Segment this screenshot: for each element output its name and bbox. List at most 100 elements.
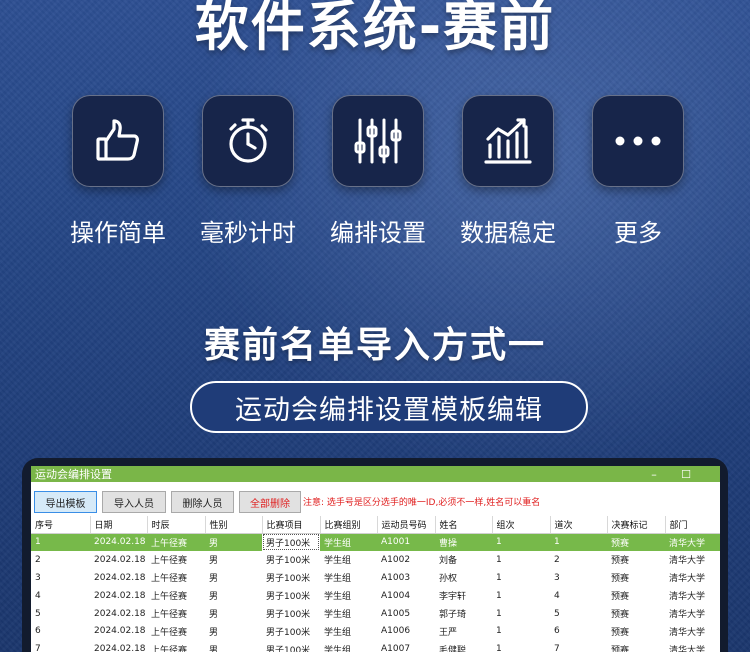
table-cell[interactable]: 清华大学 xyxy=(665,587,720,605)
table-row[interactable]: 3 2024.02.18 上午径赛男男子100米 学生组 A1003 孙权 1 3 预赛 清华大学 xyxy=(31,569,720,587)
table-cell[interactable]: 上午径赛 xyxy=(147,587,205,605)
table-cell[interactable]: 男子100米 xyxy=(262,551,320,569)
table-cell[interactable]: 学生组 xyxy=(320,622,377,640)
table-cell[interactable]: 清华大学 xyxy=(665,551,720,569)
table-cell[interactable]: 上午径赛 xyxy=(147,640,205,652)
table-cell[interactable]: 1 xyxy=(492,533,550,551)
table-cell[interactable]: 学生组 xyxy=(320,551,377,569)
column-header[interactable]: 组次 xyxy=(492,516,551,534)
table-row[interactable]: 2 2024.02.18 上午径赛男男子100米 学生组 A1002 刘备 1 2 预赛 清华大学 xyxy=(31,551,720,569)
column-header[interactable]: 决赛标记 xyxy=(607,516,666,534)
delete-people-button[interactable]: 删除人员 xyxy=(171,491,234,513)
table-cell[interactable]: 1 xyxy=(492,622,550,640)
table-cell[interactable]: 男 xyxy=(205,569,262,587)
table-cell[interactable]: A1005 xyxy=(377,605,435,623)
minimize-button[interactable]: – xyxy=(639,466,669,482)
table-cell[interactable]: 清华大学 xyxy=(665,569,720,587)
table-cell[interactable]: 男子100米 xyxy=(262,569,320,587)
table-cell[interactable]: 3 xyxy=(31,569,90,587)
table-cell[interactable]: 毛健聪 xyxy=(435,640,492,652)
column-header[interactable]: 姓名 xyxy=(435,516,493,534)
table-cell[interactable]: 男 xyxy=(205,622,262,640)
table-cell[interactable]: 2 xyxy=(31,551,90,569)
table-cell[interactable]: 预赛 xyxy=(607,640,665,652)
table-cell[interactable]: 男子100米 xyxy=(262,640,320,652)
table-cell[interactable]: 上午径赛 xyxy=(147,569,205,587)
table-cell[interactable]: 李宇轩 xyxy=(435,587,492,605)
table-cell[interactable]: A1003 xyxy=(377,569,435,587)
table-cell[interactable]: 1 xyxy=(31,533,90,551)
table-cell[interactable]: 2024.02.18 xyxy=(90,533,147,551)
table-row[interactable]: 4 2024.02.18 上午径赛男男子100米 学生组 A1004 李宇轩 1 4 预赛 清华大… xyxy=(31,587,720,605)
table-cell[interactable]: 6 xyxy=(550,622,607,640)
column-header[interactable]: 部门 xyxy=(665,516,720,534)
table-cell[interactable]: 郭子琦 xyxy=(435,605,492,623)
table-cell[interactable]: 男 xyxy=(205,551,262,569)
table-cell[interactable]: 学生组 xyxy=(320,533,377,551)
table-cell[interactable]: 学生组 xyxy=(320,640,377,652)
table-cell[interactable]: 男子100米 xyxy=(262,605,320,623)
maximize-button[interactable]: ☐ xyxy=(671,466,701,482)
import-people-button[interactable]: 导入人员 xyxy=(102,491,166,513)
table-cell[interactable]: 2024.02.18 xyxy=(90,622,147,640)
table-cell[interactable]: 学生组 xyxy=(320,587,377,605)
table-cell[interactable]: 清华大学 xyxy=(665,605,720,623)
table-cell[interactable]: 上午径赛 xyxy=(147,551,205,569)
column-header[interactable]: 运动员号码 xyxy=(377,516,436,534)
table-cell[interactable]: 男子100米 xyxy=(262,587,320,605)
table-cell[interactable]: 男 xyxy=(205,640,262,652)
table-cell[interactable]: 7 xyxy=(31,640,90,652)
table-cell[interactable]: 1 xyxy=(492,587,550,605)
table-cell[interactable]: 2024.02.18 xyxy=(90,640,147,652)
table-cell[interactable]: 上午径赛 xyxy=(147,605,205,623)
table-cell[interactable]: 清华大学 xyxy=(665,533,720,551)
table-cell[interactable]: 1 xyxy=(492,551,550,569)
table-cell[interactable]: 王严 xyxy=(435,622,492,640)
table-cell[interactable]: A1002 xyxy=(377,551,435,569)
table-cell[interactable]: 刘备 xyxy=(435,551,492,569)
table-cell[interactable]: 3 xyxy=(550,569,607,587)
table-cell[interactable]: 学生组 xyxy=(320,605,377,623)
table-cell[interactable]: 2024.02.18 xyxy=(90,569,147,587)
table-cell[interactable]: 5 xyxy=(550,605,607,623)
table-cell[interactable]: 5 xyxy=(31,605,90,623)
column-header[interactable]: 日期 xyxy=(90,516,148,534)
table-cell[interactable]: 2024.02.18 xyxy=(90,605,147,623)
table-cell[interactable]: 孙权 xyxy=(435,569,492,587)
column-header[interactable]: 比赛组别 xyxy=(320,516,378,534)
table-cell[interactable]: 曹操 xyxy=(435,533,492,551)
table-cell[interactable]: 男 xyxy=(205,587,262,605)
table-cell[interactable]: 2024.02.18 xyxy=(90,551,147,569)
table-cell[interactable]: A1001 xyxy=(377,533,435,551)
table-cell[interactable]: 2024.02.18 xyxy=(90,587,147,605)
table-cell[interactable]: 4 xyxy=(550,587,607,605)
table-cell[interactable]: 预赛 xyxy=(607,533,665,551)
table-cell[interactable]: 1 xyxy=(492,605,550,623)
table-cell[interactable]: 预赛 xyxy=(607,551,665,569)
table-row[interactable]: 1 2024.02.18 上午径赛男男子100米 学生组 A1001 曹操 1 1 预赛 清华大学 xyxy=(31,533,720,551)
table-cell[interactable]: 清华大学 xyxy=(665,622,720,640)
table-cell[interactable]: 清华大学 xyxy=(665,640,720,652)
column-header[interactable]: 性别 xyxy=(205,516,263,534)
table-cell[interactable]: 7 xyxy=(550,640,607,652)
table-row[interactable]: 7 2024.02.18 上午径赛男男子100米 学生组 A1007 毛健聪 1 7 预赛 清华大… xyxy=(31,640,720,652)
table-row[interactable]: 6 2024.02.18 上午径赛男男子100米 学生组 A1006 王严 1 6 预赛 清华大学 xyxy=(31,622,720,640)
column-header[interactable]: 比赛项目 xyxy=(262,516,321,534)
table-cell[interactable]: A1004 xyxy=(377,587,435,605)
table-cell[interactable]: 预赛 xyxy=(607,587,665,605)
table-cell[interactable]: A1007 xyxy=(377,640,435,652)
table-cell[interactable]: 上午径赛 xyxy=(147,533,205,551)
export-template-button[interactable]: 导出模板 xyxy=(34,491,97,513)
table-cell[interactable]: 男子100米 xyxy=(262,622,320,640)
table-cell[interactable]: 男子100米 xyxy=(262,533,320,551)
table-cell[interactable]: 1 xyxy=(550,533,607,551)
table-cell[interactable]: A1006 xyxy=(377,622,435,640)
table-cell[interactable]: 男 xyxy=(205,533,262,551)
table-cell[interactable]: 预赛 xyxy=(607,569,665,587)
table-cell[interactable]: 预赛 xyxy=(607,605,665,623)
column-header[interactable]: 道次 xyxy=(550,516,608,534)
table-cell[interactable]: 2 xyxy=(550,551,607,569)
table-cell[interactable]: 预赛 xyxy=(607,622,665,640)
table-cell[interactable]: 上午径赛 xyxy=(147,622,205,640)
column-header[interactable]: 时辰 xyxy=(147,516,206,534)
